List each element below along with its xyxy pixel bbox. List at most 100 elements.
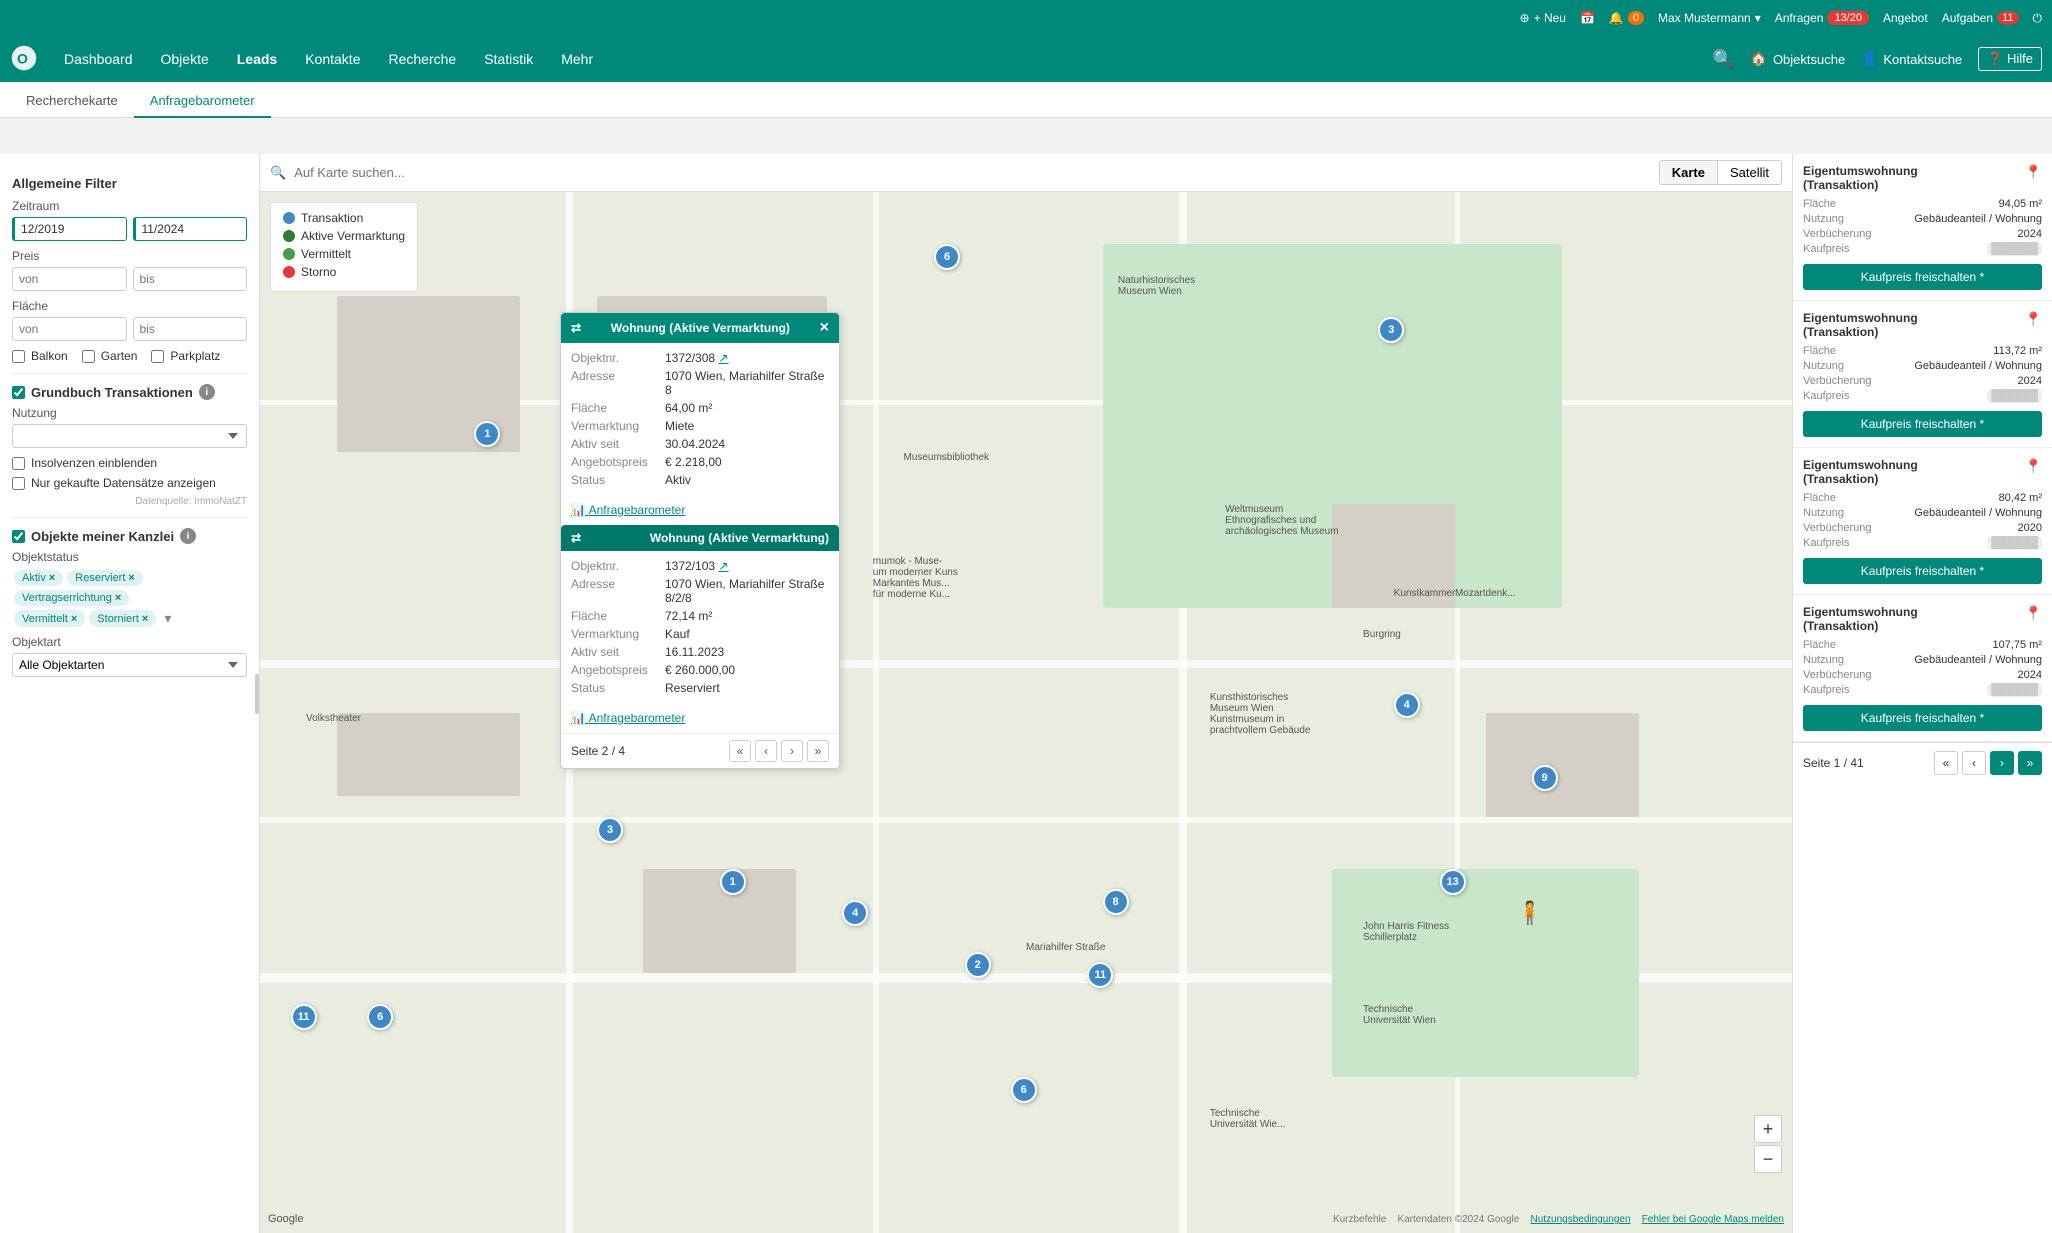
marker-4-lower[interactable]: 4 [842,900,868,926]
preis-from-input[interactable] [12,267,127,291]
tab-anfragebarometer[interactable]: Anfragebarometer [134,85,271,118]
karte-toggle-button[interactable]: Karte [1660,161,1718,184]
objektart-select[interactable]: Alle Objektarten [12,653,247,677]
marker-11-bottom-left[interactable]: 11 [291,1004,317,1030]
nav-leads[interactable]: Leads [225,45,289,73]
tab-recherchekarte[interactable]: Recherchekarte [10,85,134,118]
global-search-button[interactable]: 🔍 [1712,49,1734,70]
label-naturhistorisches: NaturhistorischesMuseum Wien [1118,275,1195,297]
nav-kontakte[interactable]: Kontakte [293,45,372,73]
popup-prev-page-button[interactable]: ‹ [755,740,777,762]
power-button[interactable]: ⏻ [2033,11,2043,26]
parkplatz-checkbox[interactable] [151,350,164,363]
rp-key-nutzung-3: Nutzung [1803,507,1844,519]
nav-dashboard[interactable]: Dashboard [52,45,145,73]
popup-close-button[interactable]: × [820,319,829,337]
tag-reserviert-remove[interactable]: × [128,572,134,584]
flaeche-from-input[interactable] [12,317,127,341]
objekte-kanzlei-info-icon[interactable]: i [180,528,196,544]
map-search-input[interactable] [294,165,1651,180]
marker-13-right[interactable]: 13 [1440,869,1466,895]
fehler-link[interactable]: Fehler bei Google Maps melden [1642,1214,1784,1225]
rp-val-nutzung-4: Gebäudeanteil / Wohnung [1914,654,2042,666]
marker-3-lower[interactable]: 3 [597,817,623,843]
tag-vermittelt-remove[interactable]: × [71,613,77,625]
marker-9-right[interactable]: 9 [1532,765,1558,791]
grundbuch-checkbox[interactable] [12,386,25,399]
popup-val-aktivseit1: 30.04.2024 [665,437,725,451]
freischalten-button-2[interactable]: Kaufpreis freischalten * [1803,411,2042,437]
rp-first-page-button[interactable]: « [1934,751,1958,775]
popup-row-angebotspreis1: Angebotspreis € 2.218,00 [571,455,829,469]
app-logo[interactable]: O [10,44,38,75]
rp-key-flaeche-1: Fläche [1803,198,1836,210]
zeitraum-from-input[interactable] [12,217,127,241]
marker-6-bottom-left[interactable]: 6 [367,1004,393,1030]
tag-storniert-remove[interactable]: × [142,613,148,625]
freischalten-button-1[interactable]: Kaufpreis freischalten * [1803,264,2042,290]
popup-key-status2: Status [571,681,661,695]
popup-val-objektnr1: 1372/308 ↗ [665,351,728,365]
aufgaben-button[interactable]: Aufgaben 11 [1942,11,2019,25]
nav-mehr[interactable]: Mehr [549,45,605,73]
neu-button[interactable]: ⊕ + Neu [1520,11,1566,25]
flaeche-label: Fläche [12,299,247,313]
status-expand-icon[interactable]: ▾ [158,608,177,629]
hilfe-button[interactable]: ❓ Hilfe [1978,47,2042,71]
flaeche-to-input[interactable] [133,317,248,341]
map-toggle-group: Karte Satellit [1659,160,1782,185]
rp-row-verbucherung-4: Verbücherung 2024 [1803,669,2042,681]
objektsuche-button[interactable]: 🏠 Objektsuche [1751,51,1845,67]
zeitraum-to-input[interactable] [133,217,248,241]
calendar-button[interactable]: 📅 [1580,11,1595,25]
marker-2-center[interactable]: 2 [965,952,991,978]
popup-last-page-button[interactable]: » [807,740,829,762]
anfragen-label: Anfragen [1775,11,1824,25]
kartendaten-label: Kartendaten ©2024 Google [1397,1214,1519,1225]
nav-objekte[interactable]: Objekte [149,45,221,73]
garten-checkbox[interactable] [82,350,95,363]
insolvenzen-checkbox[interactable] [12,457,25,470]
grundbuch-info-icon[interactable]: i [199,384,215,400]
popup-title-2: Wohnung (Aktive Vermarktung) [650,531,829,545]
rp-prev-page-button[interactable]: ‹ [1962,751,1986,775]
user-menu-button[interactable]: Max Mustermann ▾ [1658,11,1761,25]
notifications-button[interactable]: 🔔 0 [1609,11,1644,25]
popup-next-page-button[interactable]: › [781,740,803,762]
popup-link-2[interactable]: ↗ [718,559,728,573]
kontaktsuche-button[interactable]: 👤 Kontaktsuche [1861,51,1962,67]
map-container[interactable]: NaturhistorischesMuseum Wien WeltmuseumE… [260,192,1792,1233]
popup-barometer-link-1[interactable]: 📊 Anfragebarometer [571,503,685,517]
freischalten-button-3[interactable]: Kaufpreis freischalten * [1803,558,2042,584]
nav-statistik[interactable]: Statistik [472,45,545,73]
marker-6-top[interactable]: 6 [934,244,960,270]
rp-next-page-button[interactable]: › [1990,751,2014,775]
zoom-in-button[interactable]: + [1754,1115,1782,1143]
freischalten-button-4[interactable]: Kaufpreis freischalten * [1803,705,2042,731]
nutzungsbedingungen-link[interactable]: Nutzungsbedingungen [1530,1214,1630,1225]
marker-8-center[interactable]: 8 [1103,889,1129,915]
nutzung-select[interactable] [12,424,247,448]
balkon-checkbox[interactable] [12,350,25,363]
angebot-button[interactable]: Angebot [1883,11,1928,25]
tag-aktiv-remove[interactable]: × [49,572,55,584]
zoom-out-button[interactable]: − [1754,1145,1782,1173]
nur-gekaufte-checkbox[interactable] [12,477,25,490]
popup-link-1[interactable]: ↗ [718,351,728,365]
preis-to-input[interactable] [133,267,248,291]
satellit-toggle-button[interactable]: Satellit [1718,161,1781,184]
popup-objektnr2-text: 1372/103 [665,559,715,573]
objekte-kanzlei-checkbox[interactable] [12,530,25,543]
popup-barometer-link-2[interactable]: 📊 Anfragebarometer [571,711,685,725]
rp-last-page-button[interactable]: » [2018,751,2042,775]
popup-page-label: Seite 2 / 4 [571,744,625,758]
marker-1-lower[interactable]: 1 [720,869,746,895]
anfragen-button[interactable]: Anfragen 13/20 [1775,11,1869,25]
marker-4-right[interactable]: 4 [1394,692,1420,718]
nav-recherche[interactable]: Recherche [376,45,468,73]
popup-first-page-button[interactable]: « [729,740,751,762]
tag-vertragserrichtung-remove[interactable]: × [115,592,121,604]
marker-6-bottom[interactable]: 6 [1011,1077,1037,1103]
popup-key-status1: Status [571,473,661,487]
marker-11-bottom-center[interactable]: 11 [1087,962,1113,988]
